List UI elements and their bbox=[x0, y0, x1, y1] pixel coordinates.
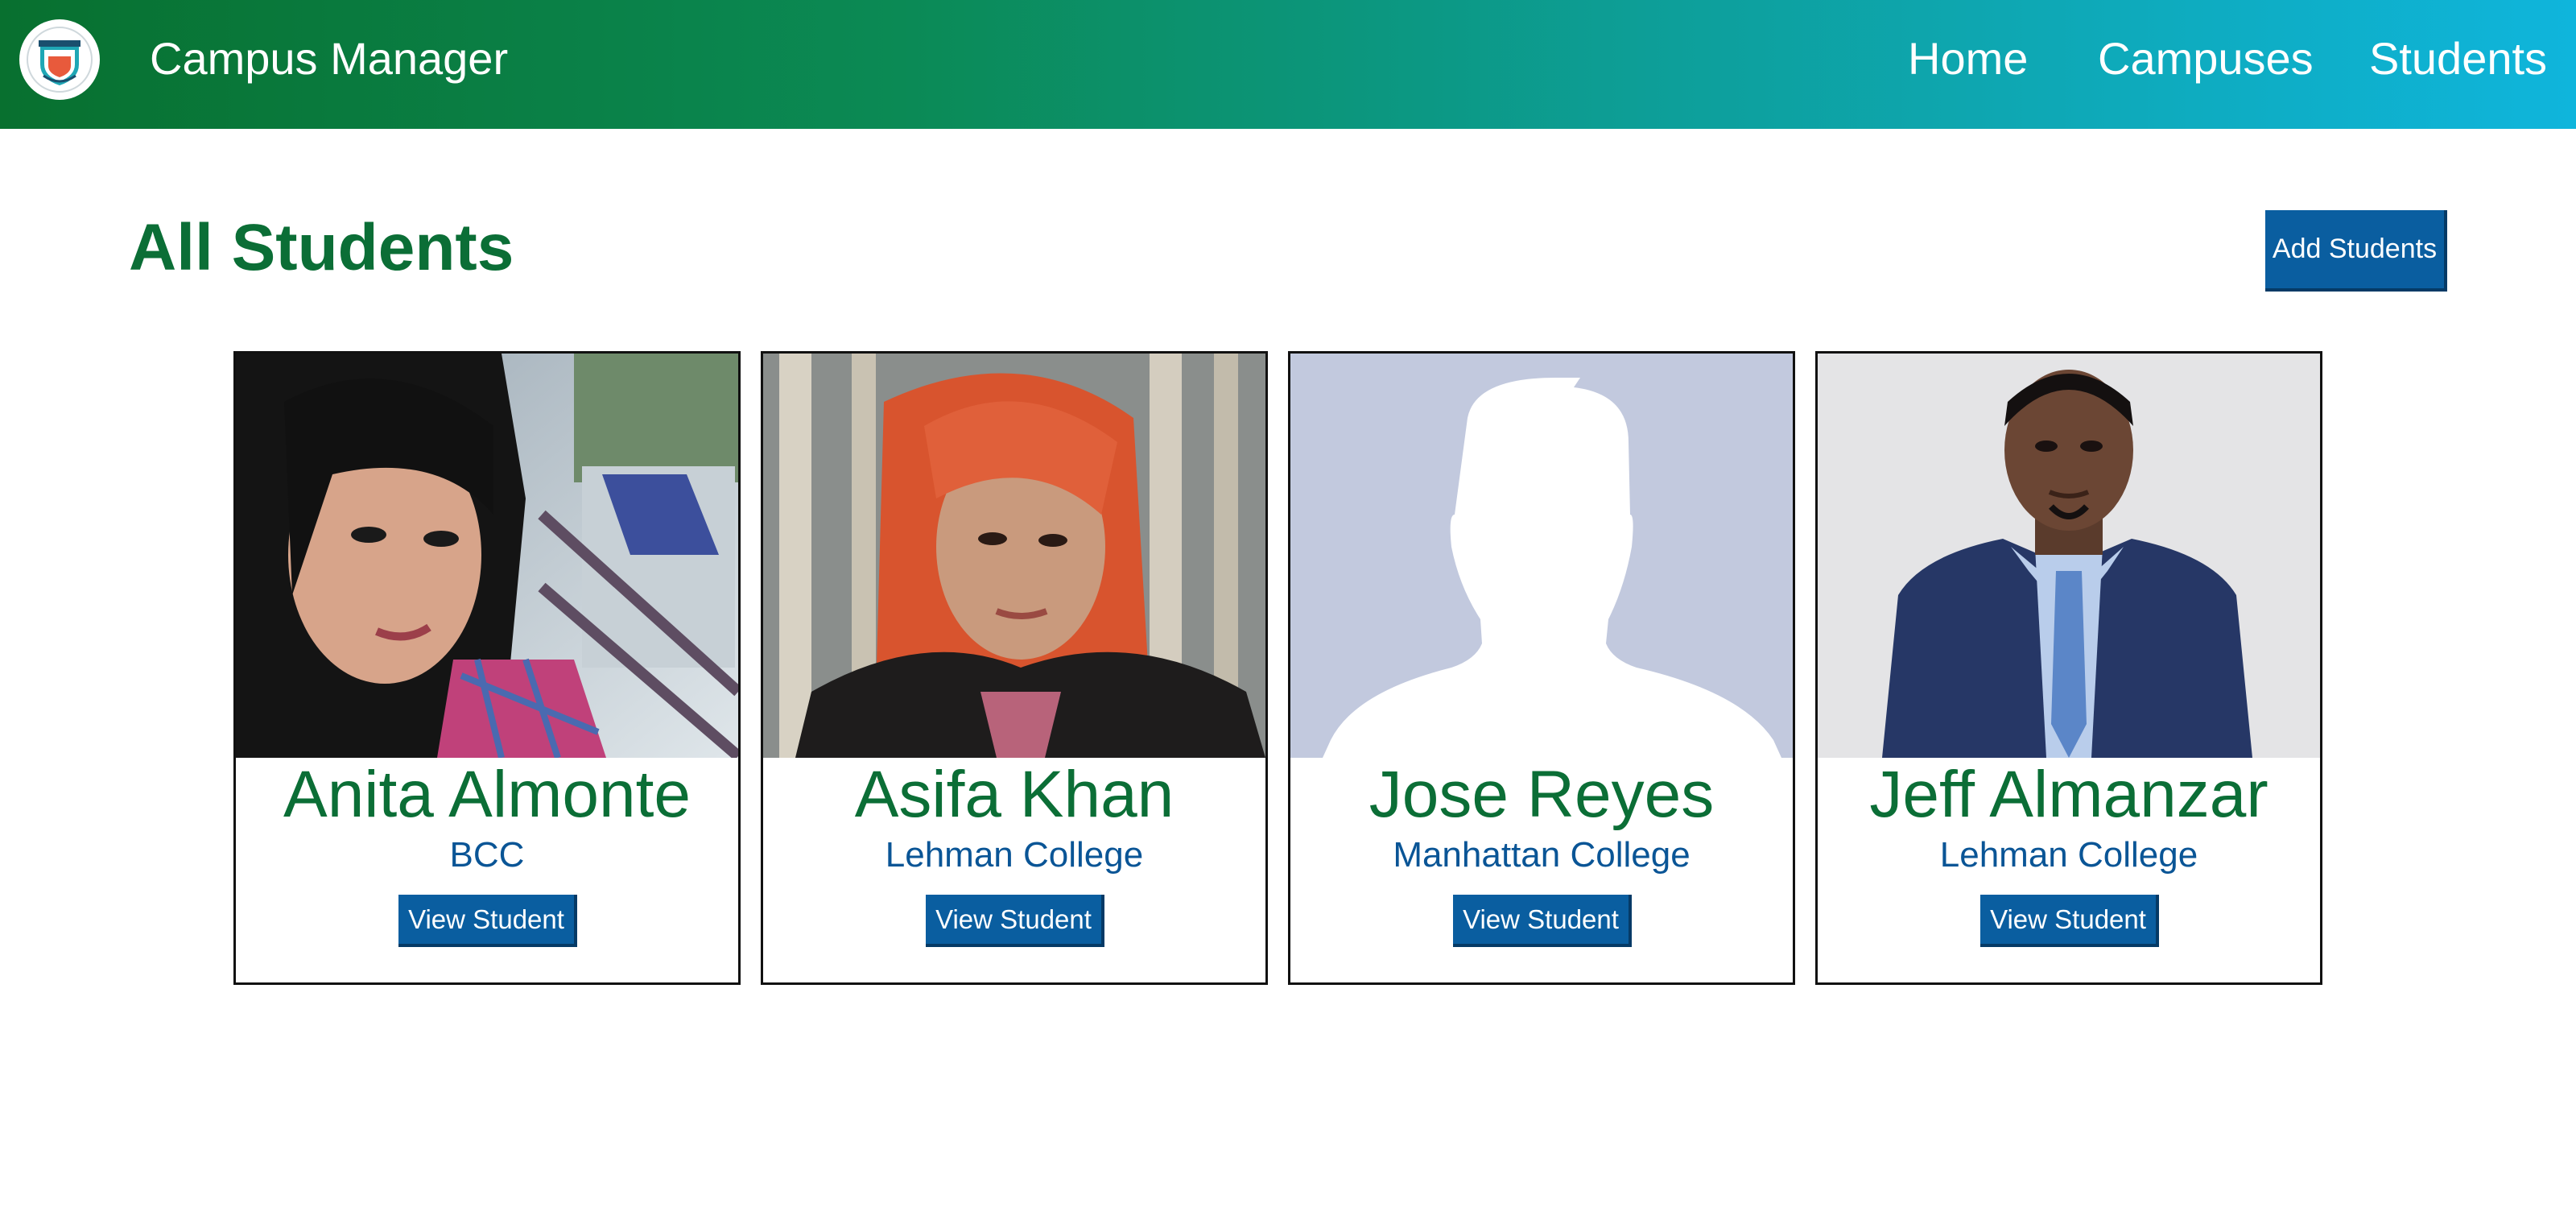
student-name[interactable]: Asifa Khan bbox=[763, 756, 1265, 833]
view-student-button[interactable]: View Student bbox=[1453, 895, 1632, 947]
student-card: Anita Almonte BCC View Student bbox=[233, 351, 741, 985]
student-card: Jose Reyes Manhattan College View Studen… bbox=[1288, 351, 1795, 985]
nav-home-link[interactable]: Home bbox=[1908, 31, 2028, 87]
add-students-button[interactable]: Add Students bbox=[2265, 210, 2447, 292]
university-crest-icon[interactable] bbox=[19, 19, 100, 100]
student-name[interactable]: Anita Almonte bbox=[236, 756, 738, 833]
brand-title[interactable]: Campus Manager bbox=[150, 31, 508, 87]
view-student-button[interactable]: View Student bbox=[926, 895, 1104, 947]
student-name[interactable]: Jose Reyes bbox=[1290, 756, 1793, 833]
view-student-button[interactable]: View Student bbox=[398, 895, 577, 947]
student-card: Jeff Almanzar Lehman College View Studen… bbox=[1815, 351, 2322, 985]
student-campus[interactable]: BCC bbox=[236, 833, 738, 878]
nav-students-link[interactable]: Students bbox=[2369, 31, 2547, 87]
student-photo[interactable] bbox=[1818, 354, 2320, 758]
student-photo[interactable] bbox=[763, 354, 1265, 758]
student-name[interactable]: Jeff Almanzar bbox=[1818, 756, 2320, 833]
student-photo[interactable] bbox=[236, 354, 738, 758]
nav-campuses-link[interactable]: Campuses bbox=[2098, 31, 2314, 87]
student-card: Asifa Khan Lehman College View Student bbox=[761, 351, 1268, 985]
student-campus[interactable]: Manhattan College bbox=[1290, 833, 1793, 878]
student-campus[interactable]: Lehman College bbox=[763, 833, 1265, 878]
view-student-button[interactable]: View Student bbox=[1980, 895, 2159, 947]
page-title: All Students bbox=[129, 211, 514, 284]
student-campus[interactable]: Lehman College bbox=[1818, 833, 2320, 878]
navbar: Campus Manager Home Campuses Students bbox=[0, 0, 2576, 129]
default-avatar-icon[interactable] bbox=[1290, 354, 1793, 758]
